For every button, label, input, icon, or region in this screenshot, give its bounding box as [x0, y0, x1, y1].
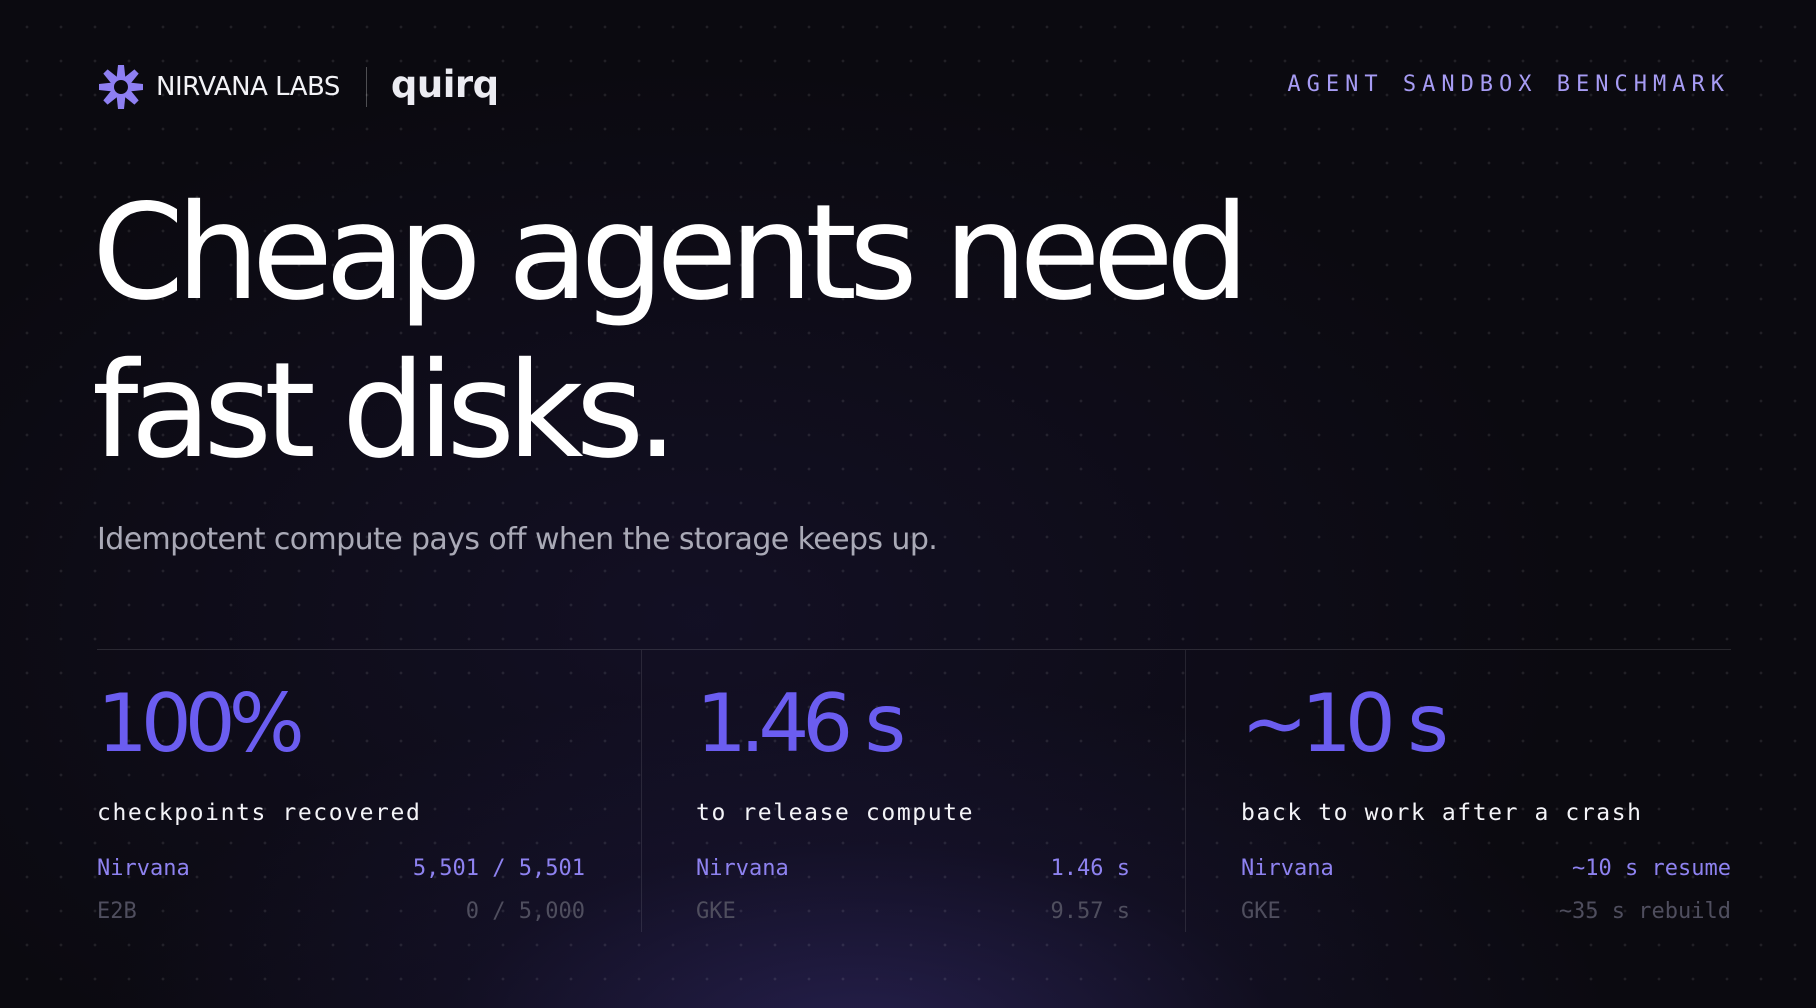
- comparison-row-competitor: GKE ~35 s rebuild: [1241, 899, 1731, 924]
- headline-line-2: fast disks.: [92, 334, 678, 488]
- headline-line-1: Cheap agents need: [92, 176, 1250, 330]
- partner-wordmark: quirq: [390, 62, 499, 106]
- stat-card-checkpoints: 100% checkpoints recovered Nirvana 5,501…: [97, 650, 585, 932]
- stat-divider: [1185, 650, 1186, 932]
- brand-name: NIRVANA LABS: [156, 72, 340, 102]
- headline: Cheap agents need fast disks.: [92, 174, 1250, 490]
- comparison-row-nirvana: Nirvana ~10 s resume: [1241, 856, 1731, 881]
- comparison-value: 1.46 s: [1050, 856, 1130, 881]
- stat-label: checkpoints recovered: [97, 800, 422, 826]
- comparison-name: Nirvana: [97, 856, 190, 881]
- stat-label: back to work after a crash: [1241, 800, 1643, 826]
- comparison-row-nirvana: Nirvana 5,501 / 5,501: [97, 856, 585, 881]
- comparison-name: Nirvana: [1241, 856, 1334, 881]
- stat-label: to release compute: [696, 800, 975, 826]
- stat-value: ~10 s: [1241, 677, 1449, 770]
- stat-value: 1.46 s: [696, 677, 906, 770]
- comparison-name: GKE: [696, 899, 736, 924]
- stat-divider: [641, 650, 642, 932]
- stat-card-release-compute: 1.46 s to release compute Nirvana 1.46 s…: [696, 650, 1130, 932]
- comparison-value: 9.57 s: [1050, 899, 1130, 924]
- stat-value: 100%: [97, 677, 305, 770]
- stat-card-crash-recovery: ~10 s back to work after a crash Nirvana…: [1241, 650, 1731, 932]
- subheadline: Idempotent compute pays off when the sto…: [97, 522, 938, 557]
- nirvana-starburst-logo-icon: [99, 65, 143, 109]
- comparison-name: E2B: [97, 899, 137, 924]
- eyebrow-label: AGENT SANDBOX BENCHMARK: [1287, 72, 1730, 97]
- slide-frame: NIRVANA LABS quirq AGENT SANDBOX BENCHMA…: [0, 0, 1816, 1008]
- comparison-row-nirvana: Nirvana 1.46 s: [696, 856, 1130, 881]
- comparison-value: ~10 s resume: [1572, 856, 1731, 881]
- comparison-value: ~35 s rebuild: [1558, 899, 1731, 924]
- brand-lockup: NIRVANA LABS quirq: [96, 62, 499, 112]
- comparison-value: 5,501 / 5,501: [412, 856, 585, 881]
- comparison-row-competitor: E2B 0 / 5,000: [97, 899, 585, 924]
- comparison-name: Nirvana: [696, 856, 789, 881]
- brand-divider: [365, 67, 367, 107]
- comparison-value: 0 / 5,000: [465, 899, 585, 924]
- comparison-name: GKE: [1241, 899, 1281, 924]
- comparison-row-competitor: GKE 9.57 s: [696, 899, 1130, 924]
